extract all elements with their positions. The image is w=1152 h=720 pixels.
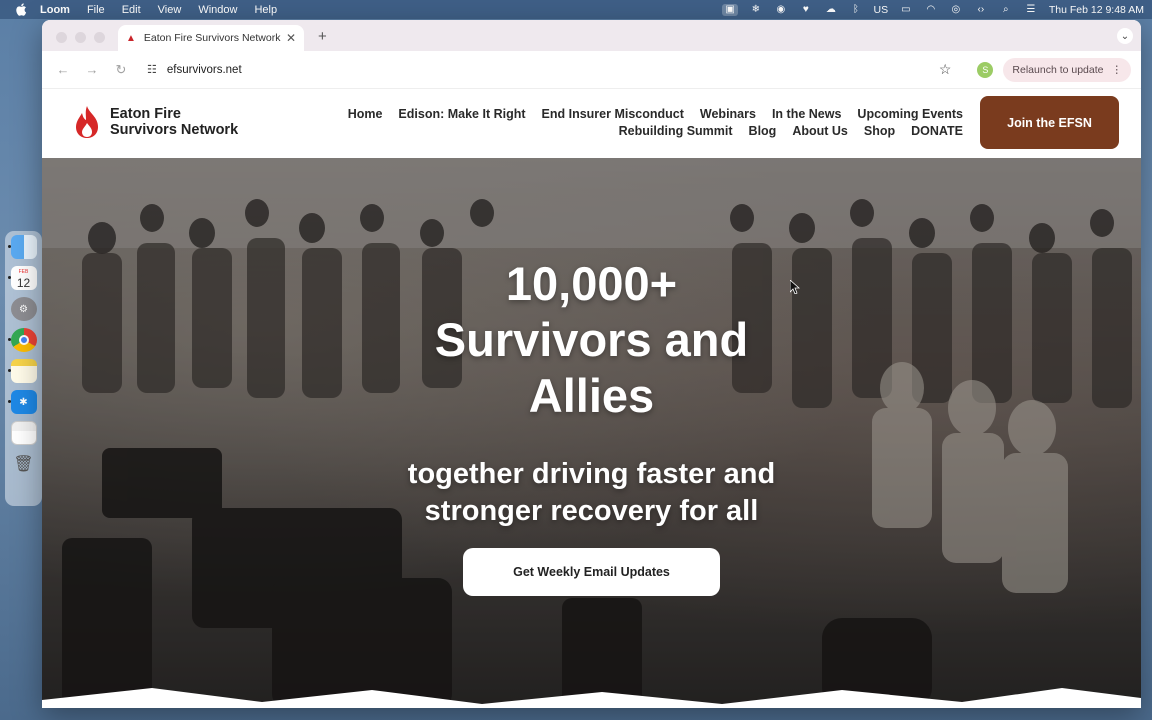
menu-app-name[interactable]: Loom xyxy=(40,4,70,16)
running-indicator xyxy=(7,276,11,279)
chrome-icon[interactable] xyxy=(7,328,37,352)
tab-strip: ▲ Eaton Fire Survivors Network ✕ + ⌄ xyxy=(42,20,1141,51)
hero-subheadline-line-2: stronger recovery for all xyxy=(424,495,759,527)
hero-section: 10,000+ Survivors and Allies together dr… xyxy=(42,158,1141,708)
site-header: Eaton Fire Survivors Network Home Edison… xyxy=(42,89,1141,158)
finder-icon[interactable] xyxy=(7,235,37,259)
site-logo[interactable]: Eaton Fire Survivors Network xyxy=(74,105,238,139)
spotlight-search-icon[interactable]: ⌕ xyxy=(999,4,1013,16)
tab-search-chevron-icon[interactable]: ⌄ xyxy=(1117,28,1133,44)
menu-edit[interactable]: Edit xyxy=(122,4,141,16)
control-center-icon[interactable]: ☰ xyxy=(1024,4,1038,16)
get-weekly-email-updates-button[interactable]: Get Weekly Email Updates xyxy=(463,548,720,596)
nav-edison-make-it-right[interactable]: Edison: Make It Right xyxy=(398,107,525,121)
menu-bar-clock[interactable]: Thu Feb 12 9:48 AM xyxy=(1049,4,1144,16)
url-text: efsurvivors.net xyxy=(166,63,242,76)
apple-icon[interactable] xyxy=(14,3,28,17)
browser-tab-active[interactable]: ▲ Eaton Fire Survivors Network ✕ xyxy=(118,25,304,51)
nav-blog[interactable]: Blog xyxy=(749,124,777,138)
heart-icon[interactable]: ♥ xyxy=(799,4,813,16)
back-arrow-icon[interactable]: ← xyxy=(52,62,74,77)
menu-view[interactable]: View xyxy=(158,4,182,16)
grammarly-icon[interactable]: ◉ xyxy=(774,4,788,16)
nav-about-us[interactable]: About Us xyxy=(792,124,848,138)
nav-shop[interactable]: Shop xyxy=(864,124,895,138)
snowflake-icon[interactable]: ❄ xyxy=(749,4,763,16)
running-indicator xyxy=(7,369,11,372)
running-indicator xyxy=(7,245,11,248)
menu-bar: Loom File Edit View Window Help ▣ ❄ ◉ ♥ … xyxy=(0,0,1152,19)
system-settings-icon[interactable]: ⚙ xyxy=(10,297,37,321)
nav-webinars[interactable]: Webinars xyxy=(700,107,756,121)
menu-file[interactable]: File xyxy=(87,4,105,16)
join-efsn-button[interactable]: Join the EFSN xyxy=(980,96,1119,149)
running-indicator xyxy=(7,338,11,341)
notes-icon[interactable] xyxy=(7,359,37,383)
minimize-window-button[interactable] xyxy=(75,32,86,43)
loom-recording-icon[interactable]: ▣ xyxy=(722,3,738,16)
trash-icon[interactable]: 🗑 xyxy=(11,452,37,476)
window-controls xyxy=(56,32,105,43)
bookmark-star-icon[interactable]: ☆ xyxy=(939,61,952,78)
close-tab-icon[interactable]: ✕ xyxy=(286,31,296,45)
forward-arrow-icon[interactable]: → xyxy=(81,62,103,77)
mouse-pointer-icon xyxy=(790,280,800,294)
nav-end-insurer-misconduct[interactable]: End Insurer Misconduct xyxy=(542,107,684,121)
bluetooth-icon[interactable]: ᛒ xyxy=(849,4,863,16)
browser-toolbar: ← → ↻ ☷ efsurvivors.net ☆ S Relaunch to … xyxy=(42,51,1141,89)
files-icon[interactable] xyxy=(10,421,37,445)
hero-subheadline: together driving faster and stronger rec… xyxy=(42,456,1141,530)
browser-window: ▲ Eaton Fire Survivors Network ✕ + ⌄ ← →… xyxy=(42,20,1141,708)
nav-upcoming-events[interactable]: Upcoming Events xyxy=(857,107,963,121)
hero-headline-line-1: 10,000+ xyxy=(505,257,678,310)
nav-rebuilding-summit[interactable]: Rebuilding Summit xyxy=(619,124,733,138)
nav-home[interactable]: Home xyxy=(348,107,383,121)
address-bar[interactable]: ☷ efsurvivors.net ☆ xyxy=(139,55,978,84)
hero-headline-line-3: Allies xyxy=(528,369,655,422)
hero-text: 10,000+ Survivors and Allies together dr… xyxy=(42,256,1141,530)
more-menu-icon[interactable]: ⋮ xyxy=(1112,64,1123,76)
menu-window[interactable]: Window xyxy=(198,4,237,16)
calendar-day: 12 xyxy=(16,276,31,290)
reload-icon[interactable]: ↻ xyxy=(110,62,132,78)
hero-headline-line-2: Survivors and xyxy=(434,313,749,366)
wifi-icon[interactable]: ◠ xyxy=(924,4,938,16)
new-tab-plus-icon[interactable]: + xyxy=(318,28,327,45)
flame-favicon-icon: ▲ xyxy=(126,32,136,44)
dock: FEB 12 ⚙ ✱ 🗑 xyxy=(5,231,42,506)
hero-subheadline-line-1: together driving faster and xyxy=(407,458,776,490)
code-icon[interactable]: ‹› xyxy=(974,4,988,16)
keyboard-input-indicator[interactable]: US xyxy=(874,4,889,16)
logo-line-2: Survivors Network xyxy=(110,122,239,138)
battery-icon[interactable]: ▭ xyxy=(899,4,913,16)
hero-bottom-divider xyxy=(42,688,1141,708)
flame-logo-icon xyxy=(76,106,98,138)
main-navigation: Home Edison: Make It Right End Insurer M… xyxy=(323,107,963,141)
profile-avatar[interactable]: S xyxy=(977,61,994,78)
nav-row-1: Home Edison: Make It Right End Insurer M… xyxy=(323,107,963,121)
relaunch-label: Relaunch to update xyxy=(1012,63,1104,76)
nav-donate[interactable]: DONATE xyxy=(911,124,963,138)
nav-in-the-news[interactable]: In the News xyxy=(772,107,841,121)
zoom-window-button[interactable] xyxy=(94,32,105,43)
running-indicator xyxy=(7,400,11,403)
hero-headline: 10,000+ Survivors and Allies xyxy=(42,256,1141,424)
site-info-icon[interactable]: ☷ xyxy=(147,63,157,76)
cloud-sync-icon[interactable]: ☁ xyxy=(824,4,838,16)
app-store-icon[interactable]: ✱ xyxy=(7,390,37,414)
close-window-button[interactable] xyxy=(56,32,67,43)
nav-row-2: Rebuilding Summit Blog About Us Shop DON… xyxy=(323,124,963,138)
user-icon[interactable]: ◎ xyxy=(949,4,963,16)
logo-line-1: Eaton Fire xyxy=(110,106,181,122)
calendar-icon[interactable]: FEB 12 xyxy=(7,266,37,290)
relaunch-to-update-button[interactable]: Relaunch to update ⋮ xyxy=(1003,57,1131,82)
menu-help[interactable]: Help xyxy=(254,4,277,16)
menu-bar-tray: ▣ ❄ ◉ ♥ ☁ ᛒ US ▭ ◠ ◎ ‹› ⌕ ☰ Thu Feb 12 9… xyxy=(722,3,1144,16)
tab-title: Eaton Fire Survivors Network xyxy=(143,32,281,44)
